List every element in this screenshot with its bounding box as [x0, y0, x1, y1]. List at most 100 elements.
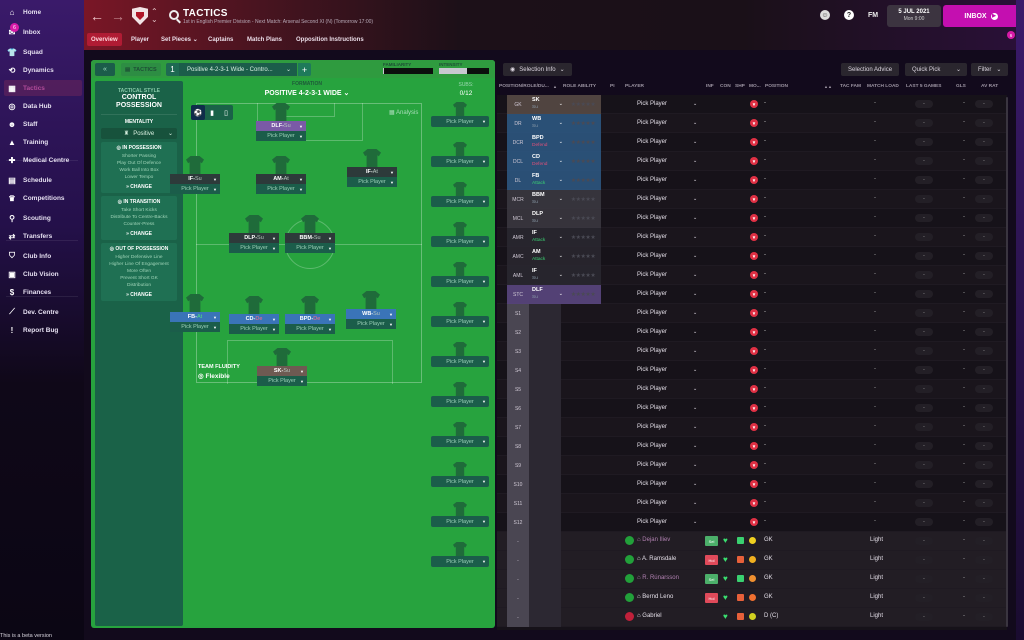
pick-player-dropdown[interactable]: Pick Player	[637, 386, 667, 392]
sub-slot[interactable]: Pick Player ▼	[431, 502, 489, 527]
role-cell[interactable]: FB Attack ⌄	[529, 171, 565, 190]
player-role[interactable]: BPD - De ▼	[285, 314, 335, 324]
sub-slot[interactable]: Pick Player ▼	[431, 302, 489, 327]
sidebar-item-data-hub[interactable]: ◎ Data Hub	[4, 98, 82, 114]
search-icon[interactable]	[169, 10, 179, 20]
player-row[interactable]: - ⌂ Bernd Leno Hol ♥ GK Light - - -	[497, 589, 1007, 608]
sub-slot[interactable]: Pick Player ▼	[431, 142, 489, 167]
player-name[interactable]: ⌂ Gabriel	[637, 613, 662, 619]
player-name[interactable]: ⌂ Dejan Iliev	[637, 537, 670, 543]
table-row[interactable]: S2 Pick Player ⌄ ▼ - - - - -	[497, 323, 1007, 342]
pitch-player-card[interactable]: SK - Su ▼ Pick Player ▼	[257, 348, 307, 386]
player-role[interactable]: AM - At ▼	[256, 174, 306, 184]
table-row[interactable]: S7 Pick Player ⌄ ▼ - - - - -	[497, 418, 1007, 437]
pick-player-dropdown[interactable]: Pick Player	[637, 177, 667, 183]
pick-player-dropdown[interactable]: Pick Player	[637, 196, 667, 202]
player-role[interactable]: DLP - Su ▼	[229, 233, 279, 243]
table-row[interactable]: S5 Pick Player ⌄ ▼ - - - - -	[497, 380, 1007, 399]
analysis-toggle[interactable]: ▦ Analysis	[389, 109, 418, 116]
role-cell[interactable]: SK Su ⌄	[529, 95, 565, 114]
pick-player-dropdown[interactable]: Pick Player	[637, 158, 667, 164]
quick-pick-button[interactable]: Quick Pick ⌄	[905, 63, 967, 76]
pitch-player-card[interactable]: DLF - Su ▼ Pick Player ▼	[256, 103, 306, 141]
table-row[interactable]: S1 Pick Player ⌄ ▼ - - - - -	[497, 304, 1007, 323]
sidebar-item-transfers[interactable]: ⇄ Transfers	[4, 228, 82, 244]
column-header[interactable]: GLS	[956, 84, 966, 89]
column-header[interactable]: CON	[720, 84, 731, 89]
pitch-player-card[interactable]: IF - At ▼ Pick Player ▼	[347, 149, 397, 187]
column-header[interactable]: ROLE ABILITY	[563, 84, 596, 89]
pitch-player-card[interactable]: CD - De ▼ Pick Player ▼	[229, 296, 279, 334]
instructions-view-icon[interactable]: ▯	[219, 105, 233, 120]
pick-player-dropdown[interactable]: Pick Player	[637, 405, 667, 411]
pick-player-dropdown[interactable]: Pick Player ▼	[347, 177, 397, 187]
sidebar-item-training[interactable]: ▲ Training	[4, 134, 82, 150]
tactical-style-value[interactable]: CONTROL POSSESSION	[95, 94, 183, 110]
help-icon[interactable]: ?	[844, 10, 854, 20]
table-row[interactable]: S4 Pick Player ⌄ ▼ - - - - -	[497, 361, 1007, 380]
table-row[interactable]: AMC AM Attack ⌄ ★★★★★ Pick Player ⌄ ▼ - - - - -	[497, 247, 1007, 266]
table-row[interactable]: S10 Pick Player ⌄ ▼ - - - - -	[497, 475, 1007, 494]
sidebar-item-report-bug[interactable]: ! Report Bug	[4, 322, 82, 338]
tab-player[interactable]: Player	[127, 33, 153, 46]
table-row[interactable]: S8 Pick Player ⌄ ▼ - - - - -	[497, 437, 1007, 456]
pick-player-dropdown[interactable]: Pick Player	[637, 481, 667, 487]
date-display[interactable]: 5 JUL 2021 Mon 9:00	[887, 5, 941, 27]
player-row[interactable]: - ⌂ A. Ramsdale Hol ♥ GK Light - - -	[497, 551, 1007, 570]
sidebar-item-scouting[interactable]: ⚲ Scouting	[4, 210, 82, 226]
pick-player-dropdown[interactable]: Pick Player ▼	[285, 243, 335, 253]
tab-opposition-instructions[interactable]: Opposition Instructions	[292, 33, 368, 46]
sidebar-item-dev-centre[interactable]: ⟋ Dev. Centre	[4, 304, 82, 320]
role-cell[interactable]: BPD Defend ⌄	[529, 133, 565, 152]
pick-player-dropdown[interactable]: Pick Player	[637, 367, 667, 373]
table-scrollbar[interactable]	[1006, 97, 1008, 627]
sub-slot[interactable]: Pick Player ▼	[431, 462, 489, 487]
sub-slot[interactable]: Pick Player ▼	[431, 182, 489, 207]
table-row[interactable]: DL FB Attack ⌄ ★★★★★ Pick Player ⌄ ▼ - - - - -	[497, 171, 1007, 190]
player-row[interactable]: - ⌂ R. Rúnarsson Sel ♥ GK Light - - -	[497, 570, 1007, 589]
tactic-selector[interactable]: Positive 4-2-3-1 Wide - Contro... ⌄	[179, 63, 297, 76]
player-row[interactable]: - ⌂ Gabriel ♥ D (C) Light - - -	[497, 608, 1007, 627]
pick-player-dropdown[interactable]: Pick Player	[637, 519, 667, 525]
pick-player-dropdown[interactable]: Pick Player ▼	[256, 184, 306, 194]
sidebar-item-competitions[interactable]: ♛ Competitions	[4, 190, 82, 206]
pick-player-dropdown[interactable]: Pick Player	[637, 139, 667, 145]
pick-player-dropdown[interactable]: Pick Player ▼	[229, 243, 279, 253]
role-cell[interactable]: IF Su ⌄	[529, 266, 565, 285]
pick-player-dropdown[interactable]: Pick Player ▼	[431, 516, 489, 527]
sub-slot[interactable]: Pick Player ▼	[431, 222, 489, 247]
familiarity-meter[interactable]	[383, 68, 433, 74]
pick-player-dropdown[interactable]: Pick Player	[637, 348, 667, 354]
sub-slot[interactable]: Pick Player ▼	[431, 262, 489, 287]
table-row[interactable]: AMR IF Attack ⌄ ★★★★★ Pick Player ⌄ ▼ - - - - -	[497, 228, 1007, 247]
fm-menu[interactable]: FM	[868, 12, 878, 19]
player-role[interactable]: BBM - Su ▼	[285, 233, 335, 243]
selection-advice-button[interactable]: Selection Advice	[841, 63, 900, 76]
formation-dropdown[interactable]: POSITIVE 4-2-3-1 WIDE ⌄	[187, 89, 427, 97]
sidebar-item-dynamics[interactable]: ⟲ Dynamics	[4, 62, 82, 78]
tab-overview[interactable]: Overview	[87, 33, 122, 46]
pick-player-dropdown[interactable]: Pick Player ▼	[431, 276, 489, 287]
column-header[interactable]: AV RAT	[981, 84, 998, 89]
pick-player-dropdown[interactable]: Pick Player	[637, 500, 667, 506]
sidebar-item-club-info[interactable]: ⛉ Club Info	[4, 248, 82, 264]
player-role[interactable]: WB - Su ▼	[346, 309, 396, 319]
collapse-panel-button[interactable]: «	[95, 63, 115, 76]
tab-captains[interactable]: Captains	[204, 33, 237, 46]
sidebar-item-home[interactable]: ⌂ Home	[4, 4, 82, 20]
table-row[interactable]: S12 Pick Player ⌄ ▼ - - - - -	[497, 513, 1007, 532]
tab-match-plans[interactable]: Match Plans	[243, 33, 286, 46]
role-cell[interactable]: BBM Su ⌄	[529, 190, 565, 209]
pick-player-dropdown[interactable]: Pick Player ▼	[431, 436, 489, 447]
change-button[interactable]: » CHANGE	[103, 184, 175, 190]
player-name[interactable]: ⌂ R. Rúnarsson	[637, 575, 679, 581]
column-header[interactable]: MATCH LOAD	[867, 84, 899, 89]
sub-slot[interactable]: Pick Player ▼	[431, 542, 489, 567]
role-cell[interactable]: DLP Su ⌄	[529, 209, 565, 228]
pick-player-dropdown[interactable]: Pick Player ▼	[431, 556, 489, 567]
column-header[interactable]: PI	[610, 84, 615, 89]
table-row[interactable]: S6 Pick Player ⌄ ▼ - - - - -	[497, 399, 1007, 418]
pick-player-dropdown[interactable]: Pick Player ▼	[431, 396, 489, 407]
player-role[interactable]: IF - Su ▼	[170, 174, 220, 184]
table-row[interactable]: S9 Pick Player ⌄ ▼ - - - - -	[497, 456, 1007, 475]
